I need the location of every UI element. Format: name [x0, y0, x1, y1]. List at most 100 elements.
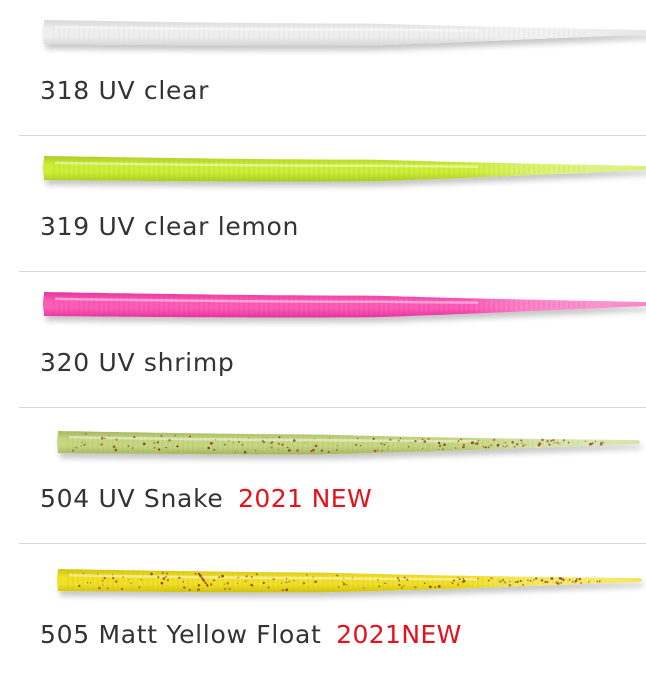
worm-speck: [327, 450, 330, 453]
worm-speck: [550, 439, 553, 442]
product-item-318[interactable]: 318 UV clear: [19, 0, 646, 136]
worm-speck: [378, 585, 381, 588]
worm-speck: [453, 579, 455, 582]
worm-speck: [457, 440, 460, 442]
worm-speck: [272, 577, 275, 581]
worm-speck: [470, 441, 474, 445]
worm-speck: [443, 443, 446, 447]
worm-speck: [153, 446, 156, 449]
worm-speck: [398, 579, 401, 582]
worm-speck: [121, 588, 123, 590]
worm-speck: [337, 586, 340, 588]
worm-speck: [250, 576, 253, 578]
worm-speck: [112, 577, 115, 580]
worm-speck: [302, 582, 306, 585]
worm-speck: [477, 443, 479, 446]
product-code: 318: [40, 76, 90, 105]
worm-speck: [383, 582, 386, 585]
worm-speck: [580, 582, 583, 585]
worm-tail: [57, 569, 642, 593]
worm-speck: [463, 446, 465, 449]
worm-speck: [97, 573, 99, 575]
worm-speck: [594, 440, 597, 443]
worm-speck: [521, 442, 523, 445]
worm-speck: [377, 579, 379, 581]
worm-speck: [554, 441, 556, 444]
worm-speck: [562, 439, 565, 442]
product-name: UV clear lemon: [98, 212, 300, 241]
worm-speck: [356, 437, 359, 440]
worm-speck: [574, 579, 578, 583]
worm-speck: [281, 443, 284, 446]
worm-speck: [114, 580, 118, 583]
worm-speck: [165, 572, 169, 575]
worm-speck: [546, 439, 549, 443]
worm-speck: [285, 588, 289, 592]
worm-speck: [161, 571, 164, 575]
worm-speck: [434, 586, 437, 589]
worm-speck: [189, 435, 192, 438]
worm-speck: [537, 443, 541, 447]
worm-speck: [380, 442, 383, 445]
worm-speck: [310, 450, 313, 453]
worm-speck: [574, 581, 576, 584]
worm-speck: [270, 446, 273, 449]
worm-speck: [335, 574, 338, 577]
worm-speck: [226, 581, 229, 585]
worm-speck: [529, 579, 532, 582]
worm-speck: [513, 445, 516, 448]
worm-speck: [75, 446, 77, 449]
worm-speck: [278, 442, 281, 445]
worm-speck: [589, 579, 591, 582]
product-item-505[interactable]: 505 Matt Yellow Float 2021NEW: [19, 544, 646, 680]
worm-speck: [245, 575, 248, 578]
new-badge: 2021NEW: [336, 620, 462, 649]
worm-speck: [522, 445, 525, 447]
worm-speck: [168, 438, 171, 442]
worm-speck: [269, 442, 272, 444]
worm-speck: [320, 449, 324, 452]
worm-speck: [373, 449, 377, 453]
worm-speck: [81, 441, 83, 444]
worm-speck: [428, 445, 430, 447]
product-item-504[interactable]: 504 UV Snake 2021 NEW: [19, 408, 646, 544]
worm-speck: [552, 439, 555, 442]
product-item-319[interactable]: 319 UV clear lemon: [19, 136, 646, 272]
worm-ribs: [53, 21, 585, 44]
worm-speck: [85, 441, 87, 443]
worm-speck: [557, 582, 560, 585]
worm-speck: [421, 448, 424, 450]
worm-speck: [244, 580, 247, 583]
product-label: 504 UV Snake 2021 NEW: [40, 482, 372, 516]
product-name: Matt Yellow Float: [98, 620, 322, 649]
worm-speck: [133, 436, 136, 438]
worm-speck: [546, 581, 549, 584]
worm-speck: [82, 572, 85, 575]
worm-speck: [255, 573, 258, 576]
worm-speck: [437, 585, 441, 588]
worm-speck: [376, 449, 379, 452]
worm-speck: [114, 448, 118, 452]
worm-speck: [385, 442, 387, 444]
worm-speck: [165, 446, 167, 449]
worm-ribs: [53, 293, 585, 316]
worm-speck: [541, 438, 544, 442]
worm-speck: [285, 577, 288, 580]
worm-speck: [100, 436, 104, 440]
product-item-320[interactable]: 320 UV shrimp: [19, 272, 646, 408]
worm-speck: [223, 583, 226, 585]
worm-speck: [166, 579, 169, 582]
worm-speck: [484, 446, 487, 449]
worm-speck: [84, 432, 87, 435]
worm-speck: [224, 587, 227, 590]
worm-speck: [576, 578, 578, 580]
worm-speck: [396, 577, 400, 580]
worm-speck: [524, 444, 526, 446]
worm-speck: [499, 580, 502, 583]
worm-speck: [278, 436, 281, 439]
worm-speck: [183, 586, 186, 589]
worm-speck: [312, 576, 314, 578]
worm-speck: [71, 449, 75, 452]
product-color-list: 318 UV clear 319 UV clear lemon 320 UV s…: [0, 0, 646, 668]
worm-speck: [386, 448, 388, 450]
